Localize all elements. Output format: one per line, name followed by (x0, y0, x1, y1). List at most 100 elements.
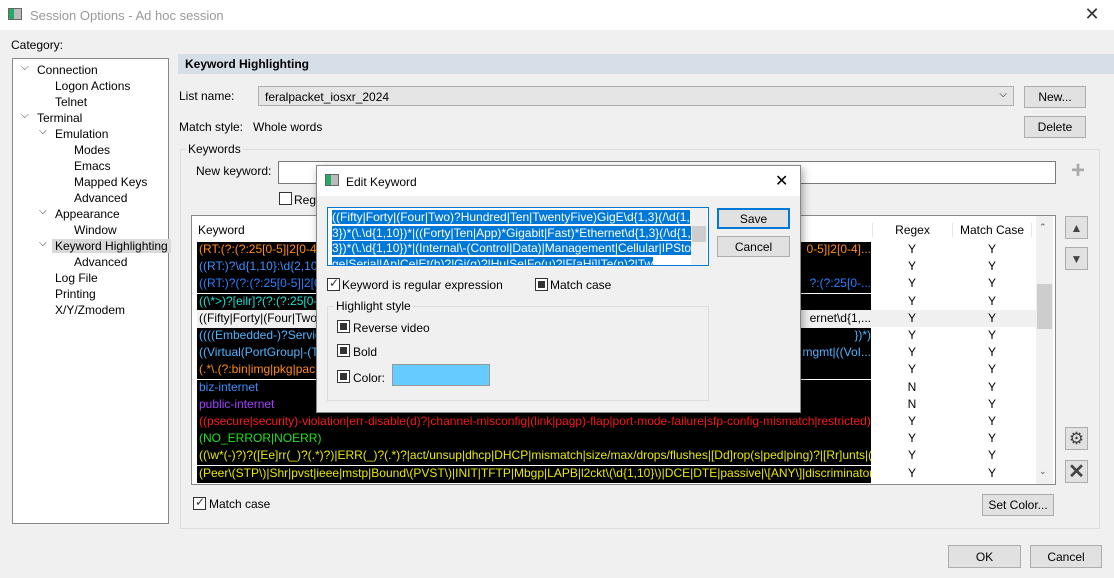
table-row[interactable]: (Peer\(STP\)|Shr|pvst|ieee|mstp|Bound\(P… (197, 465, 1037, 483)
expand-chevron-icon[interactable]: ⌵ (21, 110, 29, 121)
new-keyword-label: New keyword: (196, 164, 272, 178)
delete-keyword-icon[interactable]: ✕ (1065, 460, 1088, 483)
dialog-cancel-button[interactable]: Cancel (717, 236, 790, 257)
textarea-scrollbar[interactable] (691, 208, 707, 265)
table-row[interactable]: (NO_ERROR|NOERR) Y Y (197, 430, 1037, 449)
textarea-scrollbar-thumb[interactable] (692, 226, 706, 242)
expand-chevron-icon[interactable]: ⌵ (21, 62, 29, 73)
bold-label: Bold (353, 345, 378, 359)
set-color-button[interactable]: Set Color... (982, 494, 1054, 516)
scrollbar-thumb[interactable] (1037, 284, 1052, 329)
keyword-text: (RT:(?:(?:25[0-5]|2[0-4] (199, 242, 320, 256)
column-header-match-case[interactable]: Match Case (952, 223, 1032, 237)
regex-cell: N (907, 396, 917, 411)
category-label: Category: (11, 38, 64, 52)
match-case-cell: Y (987, 414, 996, 428)
keyword-textarea[interactable]: ((Fifty|Forty|(Four|Two)?Hundred|Ten|Twe… (327, 207, 709, 266)
tree-item[interactable]: Appearance (55, 207, 120, 221)
keyword-text: ((Fifty|Forty|(Four|Two) (199, 310, 322, 325)
match-case-cell: Y (987, 242, 996, 256)
match-case-checkbox[interactable] (193, 495, 206, 510)
close-icon[interactable]: ✕ (1080, 4, 1104, 25)
scroll-down-icon[interactable]: ⌄ (1039, 466, 1047, 477)
tree-item[interactable]: X/Y/Zmodem (55, 303, 125, 317)
match-case-cell: Y (987, 431, 996, 446)
keyword-text: (Peer\(STP\)|Shr|pvst|ieee|mstp|Bound\(P… (199, 465, 871, 480)
new-list-button[interactable]: New... (1024, 86, 1086, 108)
keyword-text: biz-internet (199, 379, 259, 394)
tree-item[interactable]: Window (74, 223, 117, 237)
regex-cell: Y (907, 345, 916, 360)
window-title: Session Options - Ad hoc session (30, 8, 224, 23)
regex-checkbox[interactable] (279, 192, 292, 205)
delete-list-button[interactable]: Delete (1024, 116, 1086, 138)
table-row[interactable]: ((\w*(-)?)?([Ee]rr(_)?(.*)?)|ERR(_)?(.*)… (197, 447, 1037, 466)
category-tree[interactable]: ⌵ Connection Logon Actions Telnet ⌵ Terminal ⌵… (12, 58, 171, 524)
tree-item[interactable]: Keyword Highlighting (52, 239, 171, 253)
reverse-video-checkbox[interactable] (337, 320, 350, 333)
tree-item[interactable]: Advanced (74, 191, 127, 205)
regex-cell: Y (907, 362, 916, 377)
keyword-text-end: mgmt|((VoI... (802, 345, 871, 360)
chevron-down-icon: ⌵ (999, 89, 1007, 100)
tree-item[interactable]: Printing (55, 287, 96, 301)
table-row[interactable]: ((psecure|security)-violation|err-disabl… (197, 413, 1037, 431)
regex-cell: Y (907, 448, 916, 463)
tree-item[interactable]: Telnet (55, 95, 87, 109)
keyword-text: ((RT:)?(?:(?:25[0-5]|2[0 (199, 276, 321, 291)
app-icon (8, 8, 22, 20)
color-checkbox[interactable] (337, 370, 350, 383)
tree-item[interactable]: Mapped Keys (74, 175, 147, 189)
match-case-cell: Y (987, 465, 996, 480)
tree-item[interactable]: Log File (55, 271, 98, 285)
match-case-cell: Y (987, 310, 996, 325)
regex-cell: Y (907, 276, 916, 291)
column-header-keyword[interactable]: Keyword (198, 223, 245, 237)
reverse-video-label: Reverse video (353, 321, 430, 335)
keyword-text-end: ernet\d{1,... (809, 310, 871, 325)
bold-checkbox[interactable] (337, 344, 350, 357)
keyword-cell: (Peer\(STP\)|Shr|pvst|ieee|mstp|Bound\(P… (197, 465, 871, 483)
gear-icon[interactable]: ⚙ (1065, 427, 1088, 450)
keyword-cell: ((\w*(-)?)?([Ee]rr(_)?(.*)?)|ERR(_)?(.*)… (197, 448, 871, 466)
expand-chevron-icon[interactable]: ⌵ (39, 126, 47, 137)
regex-cell: Y (907, 259, 916, 274)
match-case-cell: Y (987, 276, 996, 291)
keyword-text: ((RT:)?\d{1,10}:\d{2,10 (199, 259, 318, 274)
move-up-icon[interactable]: ▲ (1065, 216, 1088, 239)
save-button[interactable]: Save (717, 208, 790, 229)
regex-cell: Y (907, 414, 916, 428)
dialog-match-case-label: Match case (550, 278, 612, 292)
regex-cell: Y (907, 328, 916, 342)
regex-cell: N (907, 379, 917, 394)
keyword-text: public-internet (199, 396, 275, 411)
color-swatch-button[interactable] (392, 364, 490, 386)
regex-checkbox[interactable] (327, 276, 340, 291)
highlight-style-label: Highlight style (334, 299, 413, 313)
column-header-regex[interactable]: Regex (872, 223, 952, 237)
match-case-label: Match case (209, 497, 271, 511)
dialog-match-case-checkbox[interactable] (535, 278, 548, 291)
match-case-cell: Y (987, 396, 996, 411)
expand-chevron-icon[interactable]: ⌵ (39, 238, 47, 249)
add-keyword-icon[interactable]: + (1066, 159, 1090, 184)
keyword-text-end: ?:(?:25[0-... (809, 276, 871, 291)
table-scrollbar[interactable]: ⌃ ⌄ (1036, 216, 1053, 484)
dialog-close-icon[interactable]: ✕ (775, 171, 788, 191)
tree-item[interactable]: Emacs (74, 159, 111, 173)
cancel-button[interactable]: Cancel (1030, 545, 1102, 568)
match-style-value: Whole words (253, 120, 323, 134)
tree-item[interactable]: Logon Actions (55, 79, 130, 93)
keyword-text-end: 0-5]|2[0-4]... (806, 242, 871, 256)
tree-item[interactable]: Advanced (74, 255, 127, 269)
ok-button[interactable]: OK (948, 545, 1021, 568)
regex-label: Keyword is regular expression (342, 278, 503, 292)
expand-chevron-icon[interactable]: ⌵ (39, 206, 47, 217)
move-down-icon[interactable]: ▼ (1065, 247, 1088, 270)
tree-item[interactable]: Connection (37, 63, 98, 77)
scroll-up-icon[interactable]: ⌃ (1039, 222, 1047, 233)
tree-item[interactable]: Emulation (55, 127, 108, 141)
tree-item[interactable]: Modes (74, 143, 110, 157)
list-name-select[interactable]: feralpacket_iosxr_2024 ⌵ (258, 86, 1014, 106)
tree-item[interactable]: Terminal (37, 111, 82, 125)
